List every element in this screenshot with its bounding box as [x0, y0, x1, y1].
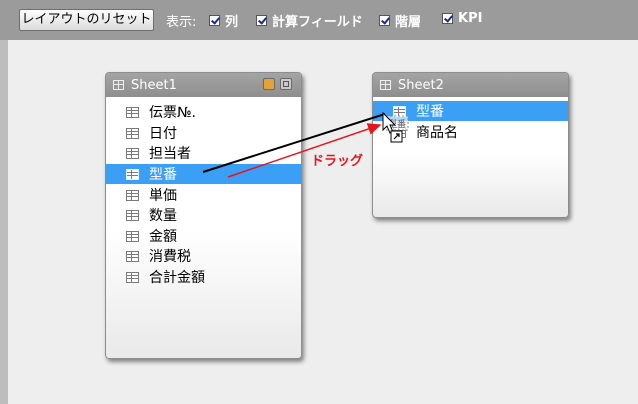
- field-item[interactable]: 金額: [106, 226, 301, 246]
- maximize-icon[interactable]: [280, 78, 292, 90]
- table-icon: [113, 80, 124, 90]
- table-header[interactable]: Sheet1: [106, 73, 301, 97]
- field-icon: [126, 106, 139, 118]
- field-item[interactable]: 消費税: [106, 246, 301, 266]
- drag-annotation-label: ドラッグ: [311, 154, 364, 169]
- field-label: 日付: [149, 126, 177, 142]
- checkbox-checked-icon[interactable]: [209, 15, 220, 26]
- field-item-selected[interactable]: 型番: [106, 164, 301, 184]
- field-item[interactable]: 合計金額: [106, 267, 301, 287]
- show-hierarchies-label: 階層: [395, 15, 422, 30]
- toolbar: レイアウトのリセット 表示: 列 計算フィールド 階層 KPI: [0, 0, 638, 40]
- field-item[interactable]: 伝票№.: [106, 102, 301, 122]
- checkbox-checked-icon[interactable]: [442, 13, 453, 24]
- show-columns-checkbox[interactable]: 列: [209, 11, 238, 30]
- field-icon: [393, 126, 406, 138]
- field-label: 伝票№.: [149, 105, 197, 121]
- field-item[interactable]: 単価: [106, 185, 301, 205]
- show-kpi-checkbox[interactable]: KPI: [442, 11, 482, 26]
- show-label: 表示:: [166, 15, 197, 30]
- field-label: 消費税: [149, 249, 191, 265]
- table-sheet1[interactable]: Sheet1 伝票№. 日付 担当者 型番 単価 数量 金額 消費税 合計金額: [105, 72, 302, 359]
- field-item[interactable]: 商品名: [373, 122, 568, 142]
- field-label: 数量: [149, 208, 177, 224]
- field-item-selected[interactable]: 型番: [373, 101, 568, 121]
- table-icon: [380, 80, 391, 90]
- table-header[interactable]: Sheet2: [373, 73, 568, 97]
- show-columns-label: 列: [225, 15, 239, 30]
- field-label: 合計金額: [149, 270, 205, 286]
- field-icon: [126, 147, 139, 159]
- field-label: 商品名: [416, 125, 458, 141]
- field-label: 金額: [149, 229, 177, 245]
- field-label: 単価: [149, 188, 177, 204]
- table-title: Sheet2: [398, 78, 444, 93]
- field-item[interactable]: 日付: [106, 123, 301, 143]
- field-item[interactable]: 担当者: [106, 143, 301, 163]
- field-icon: [126, 271, 139, 283]
- checkbox-checked-icon[interactable]: [256, 15, 267, 26]
- table-sheet2[interactable]: Sheet2 型番 商品名: [372, 72, 569, 218]
- field-label: 型番: [416, 104, 444, 120]
- left-edge-bar: [0, 40, 8, 404]
- checkbox-checked-icon[interactable]: [379, 15, 390, 26]
- field-label: 型番: [149, 167, 177, 183]
- table-title: Sheet1: [131, 78, 177, 93]
- field-icon: [126, 168, 139, 180]
- field-icon: [126, 209, 139, 221]
- field-label: 担当者: [149, 146, 191, 162]
- show-calculated-fields-checkbox[interactable]: 計算フィールド: [256, 11, 363, 30]
- field-icon: [126, 250, 139, 262]
- restore-icon[interactable]: [263, 78, 275, 90]
- reset-layout-button[interactable]: レイアウトのリセット: [19, 9, 154, 31]
- field-icon: [126, 127, 139, 139]
- show-calculated-fields-label: 計算フィールド: [272, 15, 363, 30]
- field-icon: [126, 230, 139, 242]
- show-kpi-label: KPI: [458, 11, 483, 26]
- field-item[interactable]: 数量: [106, 205, 301, 225]
- field-icon: [126, 189, 139, 201]
- show-hierarchies-checkbox[interactable]: 階層: [379, 11, 421, 30]
- field-icon: [393, 105, 406, 117]
